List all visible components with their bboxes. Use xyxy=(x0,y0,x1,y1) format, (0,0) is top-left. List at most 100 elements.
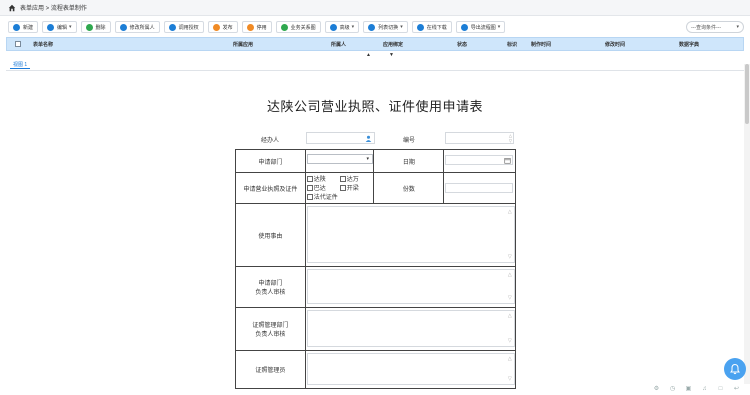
chevron-down-icon: ▾ xyxy=(366,156,369,162)
cert-admin-label: 证照管理员 xyxy=(255,368,286,374)
dept-review-textarea[interactable]: △ ▽ xyxy=(306,269,515,304)
column-header-dictionary[interactable]: 数据字典 xyxy=(679,41,699,48)
scroll-up-icon[interactable]: △ xyxy=(508,356,512,362)
settings-icon[interactable]: ⚙ xyxy=(653,386,660,393)
date-label: 日期 xyxy=(402,159,415,166)
scroll-up-icon[interactable]: △ xyxy=(508,209,512,215)
bell-icon xyxy=(730,363,740,375)
expand-icon[interactable]: □ xyxy=(717,386,724,393)
checkbox-dawan[interactable]: 达万 xyxy=(339,174,359,183)
diagram-icon xyxy=(280,23,288,31)
view-tabs: 视图 1 xyxy=(6,59,744,71)
column-header-identifier[interactable]: 标识 xyxy=(507,41,517,48)
dept-select[interactable]: ▾ xyxy=(306,154,373,164)
grid-header: 表单名称 所属应用 所属人 应用绑定 状态 标识 制作时间 修改时间 数据字典 xyxy=(6,37,744,51)
dept-review-label-cell: 申请部门 负责人审核 xyxy=(235,266,306,308)
column-header-binding[interactable]: 应用绑定 xyxy=(383,41,403,48)
column-header-modified[interactable]: 修改时间 xyxy=(605,41,625,48)
copies-field[interactable] xyxy=(445,183,514,193)
checkbox-legal-cert[interactable]: 法代证件 xyxy=(306,192,338,201)
user-picker-icon[interactable] xyxy=(365,135,372,142)
copies-label-cell: 份数 xyxy=(373,172,445,204)
cert-dept-label-line2: 负责人审核 xyxy=(255,332,286,338)
number-label: 编号 xyxy=(403,138,416,144)
publish-button[interactable]: 发布 xyxy=(207,21,238,33)
license-checkbox-cell: 达陕 达万 巴达 开梁 法代证件 xyxy=(304,172,375,204)
column-header-status[interactable]: 状态 xyxy=(457,41,467,48)
select-all-checkbox[interactable] xyxy=(15,41,21,47)
switch-icon xyxy=(368,23,376,31)
column-header-form-name[interactable]: 表单名称 xyxy=(33,41,53,48)
query-condition-select[interactable]: ---查询条件--- ▾ xyxy=(686,21,744,33)
chevron-down-icon: ▾ xyxy=(736,24,739,30)
sort-arrows[interactable]: ▲ ▼ xyxy=(366,52,412,58)
edit-button[interactable]: 编辑 ▾ xyxy=(42,21,77,33)
dept-review-label-line1: 申请部门 xyxy=(258,281,283,287)
export-flowchart-button[interactable]: 导出流程图 ▾ xyxy=(455,21,506,33)
purpose-textarea[interactable]: △ ▽ xyxy=(306,206,515,263)
chevron-down-icon: ▾ xyxy=(351,24,355,30)
date-field-cell xyxy=(443,149,516,173)
copies-label: 份数 xyxy=(402,186,415,193)
checkbox-kailiang[interactable]: 开梁 xyxy=(339,183,359,192)
new-button[interactable]: 新建 xyxy=(8,21,39,33)
purpose-textarea-cell: △ ▽ xyxy=(304,203,517,267)
chevron-down-icon: ▾ xyxy=(400,24,403,30)
scroll-up-icon[interactable]: △ xyxy=(508,272,512,278)
stop-icon xyxy=(246,23,254,31)
number-field[interactable]: △ ▽ xyxy=(445,132,514,144)
notification-fab[interactable] xyxy=(724,358,746,380)
dept-review-textarea-cell: △ ▽ xyxy=(304,266,517,308)
reply-icon[interactable]: ↩ xyxy=(733,386,740,393)
tab-view-1[interactable]: 视图 1 xyxy=(10,61,31,69)
dept-select-cell: ▾ xyxy=(304,149,375,173)
breadcrumb: 表单应用 > 流程表单制作 xyxy=(20,6,87,12)
history-icon[interactable]: ◷ xyxy=(669,386,676,393)
add-icon xyxy=(13,23,20,31)
cert-admin-label-cell: 证照管理员 xyxy=(235,350,306,389)
advanced-icon xyxy=(329,23,337,31)
scroll-down-icon[interactable]: ▽ xyxy=(508,338,512,344)
online-download-button[interactable]: 在线下载 xyxy=(411,21,452,33)
sort-desc-icon[interactable]: ▼ xyxy=(389,52,394,58)
advanced-button[interactable]: 高级 ▾ xyxy=(324,21,360,33)
checkbox-dashan[interactable]: 达陕 xyxy=(306,174,326,183)
trash-icon[interactable]: ▣ xyxy=(685,386,692,393)
calendar-icon[interactable] xyxy=(504,157,511,164)
chevron-down-icon: ▾ xyxy=(69,24,72,30)
cert-dept-label-line1: 证照管理部门 xyxy=(252,323,289,329)
disable-button[interactable]: 停用 xyxy=(241,21,272,33)
date-field[interactable] xyxy=(445,155,514,165)
scroll-down-icon[interactable]: ▽ xyxy=(508,254,512,260)
delete-button[interactable]: 删除 xyxy=(80,21,111,33)
toolbar: 新建 编辑 ▾ 删除 修改所属人 调用授权 发布 停用 业务关系图 高级 ▾ 列表切… xyxy=(0,18,750,36)
cert-admin-textarea[interactable]: △ ▽ xyxy=(306,353,515,385)
cert-admin-textarea-cell: △ ▽ xyxy=(304,350,517,389)
user-icon xyxy=(119,23,127,31)
cert-dept-review-textarea[interactable]: △ ▽ xyxy=(306,310,515,347)
cert-dept-review-textarea-cell: △ ▽ xyxy=(304,307,517,351)
change-owner-button[interactable]: 修改所属人 xyxy=(114,21,160,33)
home-icon[interactable] xyxy=(8,4,16,12)
spin-down-icon[interactable]: ▽ xyxy=(509,139,512,143)
chevron-down-icon: ▾ xyxy=(497,24,501,30)
checkbox-bada[interactable]: 巴达 xyxy=(306,183,326,192)
scroll-down-icon[interactable]: ▽ xyxy=(508,376,512,382)
authorize-button[interactable]: 调用授权 xyxy=(163,21,204,33)
scroll-up-icon[interactable]: △ xyxy=(508,313,512,319)
scrollbar-thumb[interactable] xyxy=(745,64,749,124)
sort-asc-icon[interactable]: ▲ xyxy=(366,52,371,58)
handler-field[interactable] xyxy=(306,132,375,144)
column-header-app[interactable]: 所属应用 xyxy=(233,41,253,48)
volume-icon[interactable]: ♫ xyxy=(701,386,708,393)
column-header-owner[interactable]: 所属人 xyxy=(331,41,346,48)
license-label: 申请营业执照及证件 xyxy=(243,186,298,193)
date-label-cell: 日期 xyxy=(373,149,445,173)
scroll-down-icon[interactable]: ▽ xyxy=(508,295,512,301)
query-condition-value: ---查询条件--- xyxy=(691,24,721,31)
edit-icon xyxy=(47,23,55,31)
column-header-created[interactable]: 制作时间 xyxy=(531,41,551,48)
list-switch-button[interactable]: 列表切换 ▾ xyxy=(363,21,408,33)
dept-review-label-line2: 负责人审核 xyxy=(255,290,286,296)
relation-diagram-button[interactable]: 业务关系图 xyxy=(275,21,321,33)
